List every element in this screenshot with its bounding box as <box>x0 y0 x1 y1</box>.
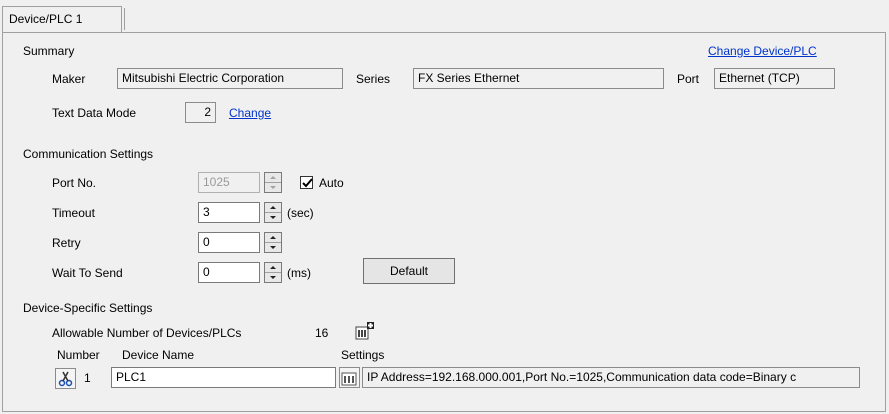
settings-icon[interactable] <box>339 367 360 388</box>
timeout-unit: (sec) <box>287 206 314 220</box>
add-device-icon[interactable] <box>355 321 375 341</box>
port-no-stepper[interactable] <box>264 172 282 193</box>
port-no-label: Port No. <box>52 176 97 190</box>
communication-heading: Communication Settings <box>23 147 154 161</box>
wait-to-send-stepper[interactable] <box>264 262 282 283</box>
allowable-value: 16 <box>315 326 329 340</box>
change-device-link[interactable]: Change Device/PLC <box>708 44 817 58</box>
settings-field: IP Address=192.168.000.001,Port No.=1025… <box>362 367 860 388</box>
device-name-input[interactable]: PLC1 <box>111 367 336 388</box>
device-specific-heading: Device-Specific Settings <box>23 301 153 315</box>
wait-to-send-input[interactable]: 0 <box>198 262 260 283</box>
retry-label: Retry <box>52 236 81 250</box>
wait-to-send-label: Wait To Send <box>52 266 123 280</box>
column-number-header: Number <box>57 348 100 362</box>
auto-label: Auto <box>319 176 344 190</box>
column-settings-header: Settings <box>341 348 385 362</box>
tab-divider <box>124 8 125 30</box>
retry-input[interactable]: 0 <box>198 232 260 253</box>
series-label: Series <box>356 72 391 86</box>
series-field: FX Series Ethernet <box>413 68 664 89</box>
default-button[interactable]: Default <box>363 258 455 284</box>
column-device-name-header: Device Name <box>122 348 195 362</box>
auto-checkbox[interactable] <box>300 176 313 189</box>
tab-label: Device/PLC 1 <box>9 12 83 26</box>
allowable-label: Allowable Number of Devices/PLCs <box>52 326 242 340</box>
scissors-icon[interactable] <box>55 368 76 389</box>
tab-strip: Device/PLC 1 <box>0 0 889 33</box>
text-data-mode-label: Text Data Mode <box>52 106 137 120</box>
text-data-mode-field: 2 <box>185 102 216 123</box>
maker-field: Mitsubishi Electric Corporation <box>117 68 343 89</box>
change-text-mode-link[interactable]: Change <box>229 106 271 120</box>
timeout-input[interactable]: 3 <box>198 202 260 223</box>
wait-to-send-unit: (ms) <box>287 266 311 280</box>
summary-heading: Summary <box>23 44 75 58</box>
port-no-input[interactable]: 1025 <box>198 172 260 193</box>
port-label: Port <box>677 72 700 86</box>
port-field: Ethernet (TCP) <box>714 68 835 89</box>
retry-stepper[interactable] <box>264 232 282 253</box>
timeout-label: Timeout <box>52 206 95 220</box>
maker-label: Maker <box>52 72 86 86</box>
row-number: 1 <box>84 371 91 385</box>
timeout-stepper[interactable] <box>264 202 282 223</box>
tab-device-plc-1[interactable]: Device/PLC 1 <box>2 6 122 32</box>
